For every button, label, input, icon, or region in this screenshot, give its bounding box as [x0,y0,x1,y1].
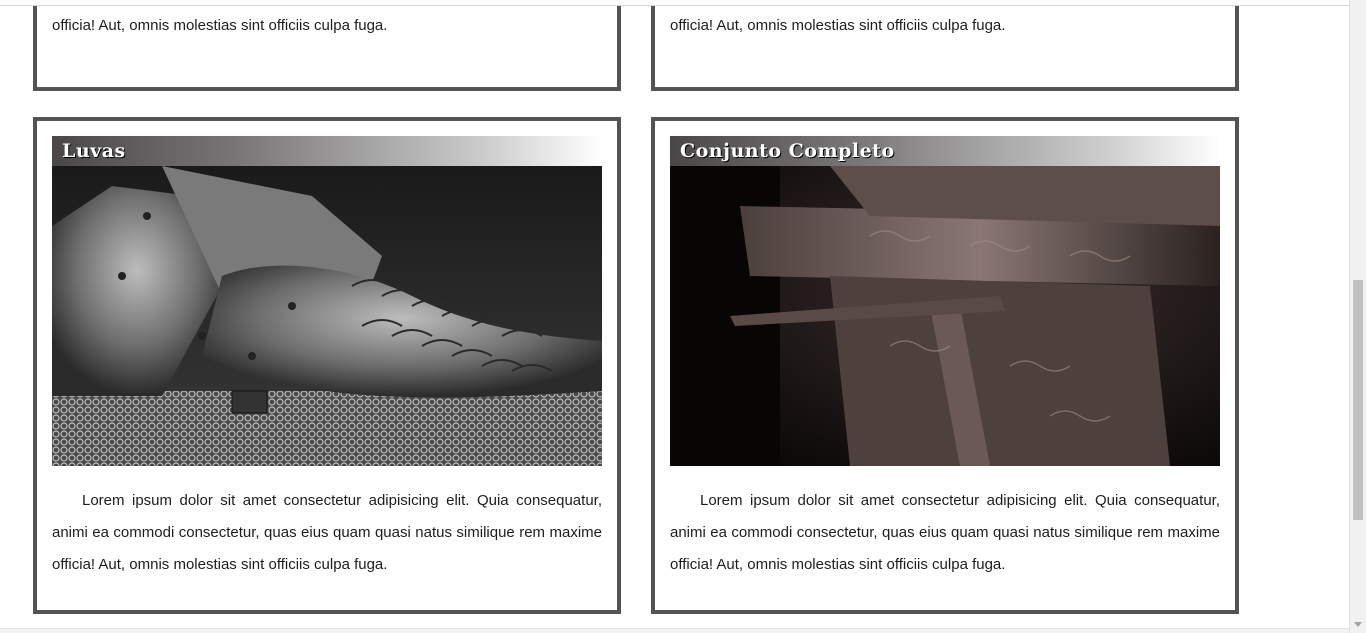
card-description: Lorem ipsum dolor sit amet consectetur a… [52,0,602,34]
card-header: Luvas [52,136,602,166]
top-border [0,0,1349,6]
bottom-strip [0,628,1349,633]
scroll-down-arrow-icon[interactable] [1354,622,1362,627]
product-card-conjunto-completo: Conjunto Completo Lorem ipsum dolor sit … [651,117,1239,614]
card-title: Luvas [62,140,126,162]
card-description: Lorem ipsum dolor sit amet consectetur a… [670,492,1220,573]
card-header: Conjunto Completo [670,136,1220,166]
card-description: Lorem ipsum dolor sit amet consectetur a… [52,492,602,573]
gauntlets-image [52,166,602,466]
product-card-top-right: Lorem ipsum dolor sit amet consectetur a… [651,0,1239,91]
product-card-top-left: Lorem ipsum dolor sit amet consectetur a… [33,0,621,91]
vertical-scrollbar[interactable] [1349,0,1366,633]
armor-set-image [670,166,1220,466]
scrollbar-thumb[interactable] [1353,280,1363,520]
card-description: Lorem ipsum dolor sit amet consectetur a… [670,0,1220,34]
card-title: Conjunto Completo [680,140,895,162]
product-card-luvas: Luvas Lorem ipsum dolor sit amet consect… [33,117,621,614]
